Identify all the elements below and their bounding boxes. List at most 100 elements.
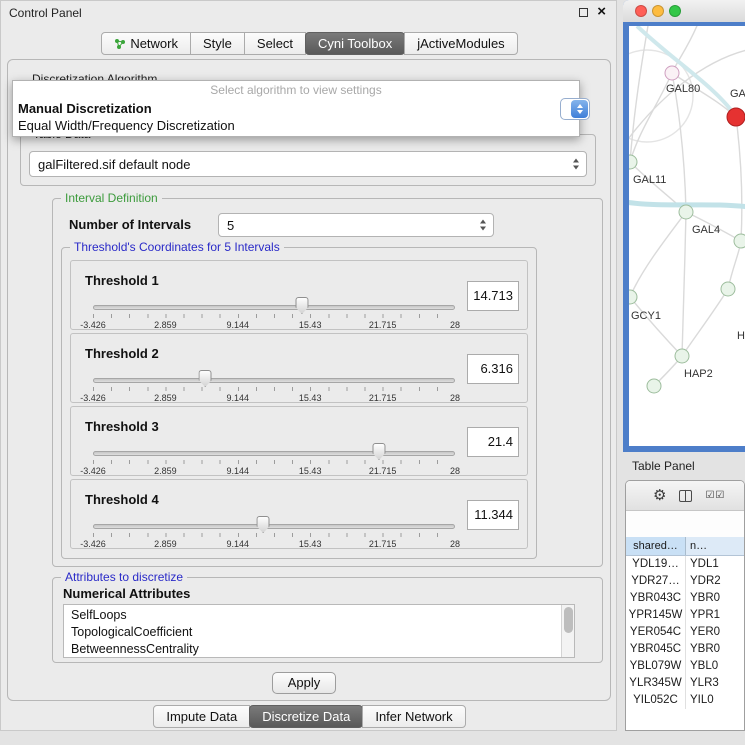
table-row[interactable]: YBR043CYBR0	[626, 590, 744, 607]
slider-track[interactable]	[93, 305, 455, 310]
scrollbar-thumb[interactable]	[564, 607, 573, 633]
list-scrollbar[interactable]	[561, 605, 574, 657]
thresholds-group: Threshold's Coordinates for 5 Intervals …	[61, 247, 537, 559]
table-cell-name[interactable]: YPR1	[686, 607, 744, 624]
table-cell-shared-name[interactable]: YBR043C	[626, 590, 686, 607]
network-window-titlebar	[623, 0, 745, 22]
column-header-shared-name[interactable]: shared…	[626, 537, 686, 555]
threshold-row: Threshold 1 -3.4262.8599.14415.4321.7152…	[70, 260, 528, 330]
slider-ticks	[93, 387, 455, 391]
tick-label: -3.426	[80, 466, 106, 476]
thresholds-group-label: Threshold's Coordinates for 5 Intervals	[70, 240, 284, 254]
tick-label: 15.43	[299, 393, 322, 403]
table-row[interactable]: YIL052CYIL0	[626, 692, 744, 709]
slider-thumb-icon[interactable]	[372, 443, 385, 460]
algorithm-option-equal-width[interactable]: Equal Width/Frequency Discretization	[13, 117, 579, 134]
algorithm-combo-stepper[interactable]	[560, 98, 590, 120]
slider-thumb-icon[interactable]	[199, 370, 212, 387]
numerical-attributes-list[interactable]: SelfLoopsTopologicalCoefficientBetweenne…	[63, 604, 575, 658]
threshold-slider[interactable]: -3.4262.8599.14415.4321.71528	[93, 516, 455, 548]
table-data-combo[interactable]: galFiltered.sif default node	[29, 151, 587, 177]
threshold-slider[interactable]: -3.4262.8599.14415.4321.71528	[93, 443, 455, 475]
network-node[interactable]	[629, 290, 637, 304]
table-row[interactable]: YLR345WYLR3	[626, 675, 744, 692]
table-row[interactable]: YDL19…YDL1	[626, 556, 744, 573]
list-item[interactable]: BetweennessCentrality	[71, 641, 574, 658]
table-row[interactable]: YBR045CYBR0	[626, 641, 744, 658]
gear-icon[interactable]: ⚙	[653, 488, 666, 503]
threshold-value-field[interactable]: 21.4	[467, 427, 519, 457]
slider-thumb-icon[interactable]	[295, 297, 308, 314]
list-item[interactable]: SelfLoops	[71, 607, 574, 624]
tab-discretize-data[interactable]: Discretize Data	[249, 705, 363, 728]
network-node[interactable]	[647, 379, 661, 393]
tab-select[interactable]: Select	[244, 32, 306, 55]
tick-label: 21.715	[369, 320, 397, 330]
traffic-light-close[interactable]	[635, 5, 647, 17]
apply-button[interactable]: Apply	[272, 672, 336, 694]
table-cell-name[interactable]: YBL0	[686, 658, 744, 675]
table-row[interactable]: YER054CYER0	[626, 624, 744, 641]
slider-track[interactable]	[93, 378, 455, 383]
tab-jactivemodules[interactable]: jActiveModules	[404, 32, 517, 55]
tab-infer-network[interactable]: Infer Network	[362, 705, 465, 728]
control-panel-titlebar: Control Panel ×	[1, 1, 616, 25]
table-row[interactable]: YDR27…YDR2	[626, 573, 744, 590]
table-cell-shared-name[interactable]: YDR27…	[626, 573, 686, 590]
tick-label: 21.715	[369, 393, 397, 403]
table-cell-name[interactable]: YDL1	[686, 556, 744, 573]
traffic-light-zoom[interactable]	[669, 5, 681, 17]
list-item[interactable]: TopologicalCoefficient	[71, 624, 574, 641]
threshold-slider[interactable]: -3.4262.8599.14415.4321.71528	[93, 297, 455, 329]
threshold-value-field[interactable]: 11.344	[467, 500, 519, 530]
number-of-intervals-value: 5	[227, 214, 475, 238]
tick-label: 2.859	[154, 466, 177, 476]
slider-track[interactable]	[93, 524, 455, 529]
table-row[interactable]: YBL079WYBL0	[626, 658, 744, 675]
network-node[interactable]	[675, 349, 689, 363]
table-cell-shared-name[interactable]: YBL079W	[626, 658, 686, 675]
tab-cyni-toolbox[interactable]: Cyni Toolbox	[305, 32, 405, 55]
columns-icon[interactable]	[679, 490, 692, 502]
table-cell-shared-name[interactable]: YER054C	[626, 624, 686, 641]
table-cell-name[interactable]: YIL0	[686, 692, 744, 709]
table-cell-name[interactable]: YER0	[686, 624, 744, 641]
network-node[interactable]	[721, 282, 735, 296]
table-cell-shared-name[interactable]: YBR045C	[626, 641, 686, 658]
node-label: GA	[730, 88, 745, 100]
tab-style[interactable]: Style	[190, 32, 245, 55]
close-icon[interactable]: ×	[597, 5, 606, 19]
network-node[interactable]	[665, 66, 679, 80]
table-cell-shared-name[interactable]: YPR145W	[626, 607, 686, 624]
combo-stepper-icon	[573, 159, 579, 170]
threshold-slider[interactable]: -3.4262.8599.14415.4321.71528	[93, 370, 455, 402]
traffic-light-minimize[interactable]	[652, 5, 664, 17]
float-window-icon[interactable]	[579, 8, 588, 17]
slider-ticks	[93, 533, 455, 537]
table-cell-shared-name[interactable]: YIL052C	[626, 692, 686, 709]
table-cell-shared-name[interactable]: YDL19…	[626, 556, 686, 573]
select-columns-icon[interactable]: ☑☑	[705, 490, 725, 501]
table-cell-name[interactable]: YDR2	[686, 573, 744, 590]
network-node[interactable]	[734, 234, 745, 248]
tab-network[interactable]: Network	[101, 32, 191, 55]
number-of-intervals-combo[interactable]: 5	[218, 213, 494, 237]
column-header-name[interactable]: n…	[686, 537, 744, 555]
table-toolbar-spacer	[626, 511, 744, 537]
tab-impute-data[interactable]: Impute Data	[153, 705, 250, 728]
threshold-value-field[interactable]: 6.316	[467, 354, 519, 384]
network-node[interactable]	[679, 205, 693, 219]
network-node-selected[interactable]	[727, 108, 745, 126]
tick-label: 15.43	[299, 320, 322, 330]
threshold-value-field[interactable]: 14.713	[467, 281, 519, 311]
algorithm-option-manual[interactable]: Manual Discretization	[13, 100, 579, 117]
table-cell-name[interactable]: YBR0	[686, 590, 744, 607]
table-cell-name[interactable]: YBR0	[686, 641, 744, 658]
network-canvas[interactable]: GAL80 GA GAL11 GAL4 GCY1 HAP2 H	[629, 26, 745, 446]
table-cell-name[interactable]: YLR3	[686, 675, 744, 692]
table-cell-shared-name[interactable]: YLR345W	[626, 675, 686, 692]
slider-track[interactable]	[93, 451, 455, 456]
tick-label: 9.144	[227, 393, 250, 403]
table-row[interactable]: YPR145WYPR1	[626, 607, 744, 624]
slider-thumb-icon[interactable]	[257, 516, 270, 533]
